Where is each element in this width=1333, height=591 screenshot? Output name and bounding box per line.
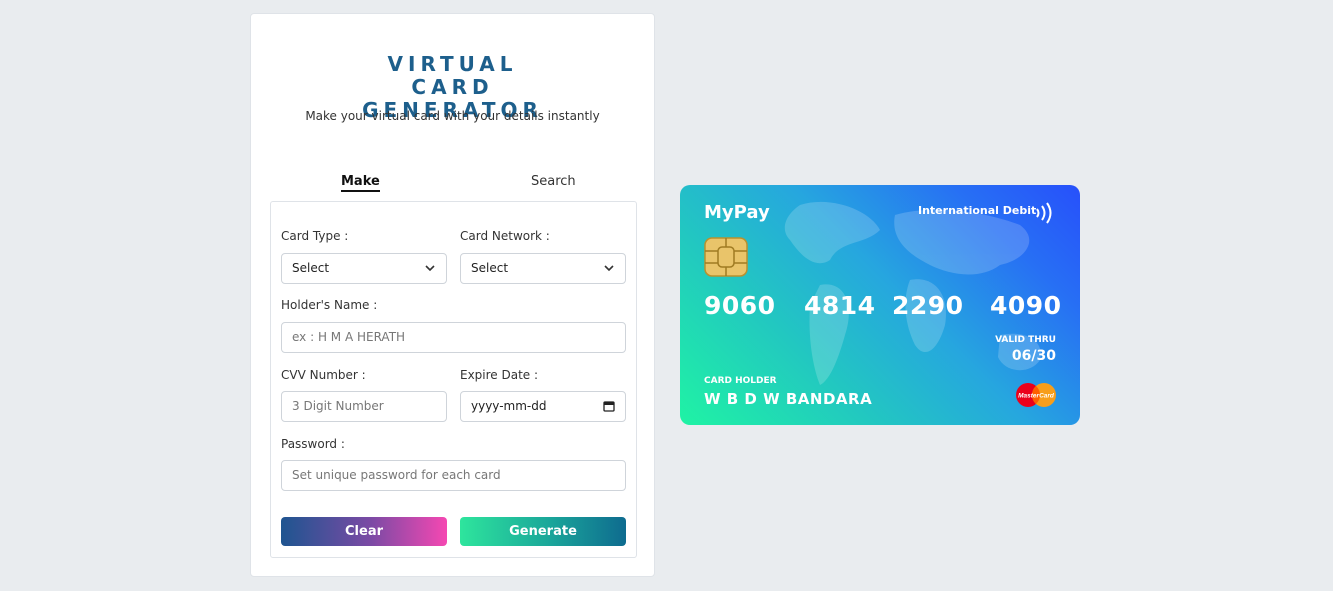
card-holder-name: W B D W BANDARA xyxy=(704,390,873,408)
valid-thru-label: VALID THRU xyxy=(995,335,1056,345)
mastercard-logo-text: MasterCard xyxy=(1018,393,1055,400)
virtual-card-preview: MyPay International Debit 9060 4814 2290… xyxy=(680,185,1080,425)
tab-search[interactable]: Search xyxy=(531,174,576,189)
expire-date-input[interactable]: yyyy-mm-dd xyxy=(460,391,626,422)
card-type-text: International Debit xyxy=(918,204,1037,217)
card-network-label: Card Network : xyxy=(460,229,550,243)
card-number-group-2: 4814 xyxy=(804,291,876,320)
holder-name-input[interactable]: ex : H M A HERATH xyxy=(281,322,626,353)
chip-icon xyxy=(704,237,748,277)
chevron-down-icon xyxy=(604,265,614,272)
password-input[interactable]: Set unique password for each card xyxy=(281,460,626,491)
card-type-select[interactable]: Select xyxy=(281,253,447,284)
cvv-label: CVV Number : xyxy=(281,368,366,382)
page-subtitle: Make your virtual card with your details… xyxy=(305,109,600,123)
tab-make[interactable]: Make xyxy=(341,174,380,192)
contactless-icon xyxy=(1036,202,1052,224)
card-number-group-3: 2290 xyxy=(892,291,964,320)
valid-thru-value: 06/30 xyxy=(1011,348,1056,364)
card-network-value: Select xyxy=(471,261,509,275)
card-number-group-1: 9060 xyxy=(704,291,776,320)
card-form: Card Type : Select Card Network : Select… xyxy=(270,201,637,558)
expire-date-label: Expire Date : xyxy=(460,368,539,382)
expire-date-placeholder: yyyy-mm-dd xyxy=(471,399,547,413)
card-brand: MyPay xyxy=(704,202,770,223)
card-holder-label: CARD HOLDER xyxy=(704,376,777,386)
tab-make-label: Make xyxy=(341,174,380,192)
cvv-input[interactable]: 3 Digit Number xyxy=(281,391,447,422)
generate-button[interactable]: Generate xyxy=(460,517,626,546)
card-type-value: Select xyxy=(292,261,330,275)
chevron-down-icon xyxy=(425,265,435,272)
holder-name-label: Holder's Name : xyxy=(281,298,378,312)
clear-button[interactable]: Clear xyxy=(281,517,447,546)
card-type-label: Card Type : xyxy=(281,229,349,243)
password-label: Password : xyxy=(281,437,345,451)
mastercard-logo: MasterCard xyxy=(1016,383,1056,407)
generator-panel: VIRTUAL CARD GENERATOR Make your virtual… xyxy=(250,13,655,577)
card-network-select[interactable]: Select xyxy=(460,253,626,284)
tab-search-label: Search xyxy=(531,174,576,189)
card-number-group-4: 4090 xyxy=(990,291,1062,320)
calendar-icon[interactable] xyxy=(603,400,615,412)
